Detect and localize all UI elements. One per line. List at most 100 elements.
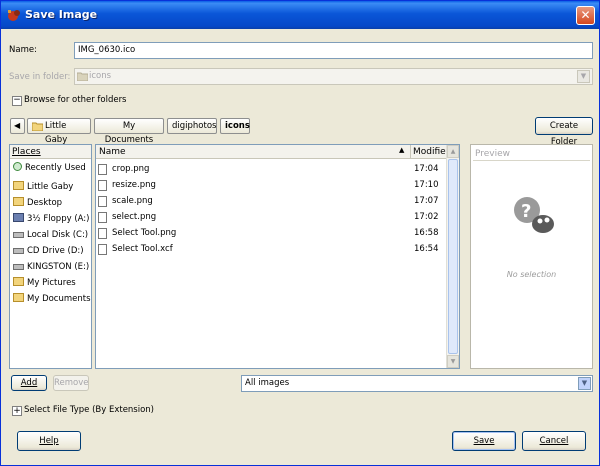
file-list-scrollbar[interactable]: ▲ ▼ [446,145,459,368]
expand-expander-icon[interactable]: + [12,406,22,416]
path-crumb-little-gaby[interactable]: Little Gaby [27,118,91,145]
usb-drive-icon [13,264,24,270]
chevron-down-icon[interactable]: ▼ [577,70,590,83]
file-icon [98,196,107,207]
places-header[interactable]: Places [10,145,91,159]
column-header-modified[interactable]: Modified [410,145,451,159]
save-button[interactable]: Save [452,431,516,451]
places-item-floppy[interactable]: 3½ Floppy (A:) [13,212,89,226]
sort-up-icon: ▲ [399,146,405,154]
places-item-label: Desktop [27,198,63,208]
places-item-local-disk[interactable]: Local Disk (C:) [13,228,88,242]
places-item-label: Little Gaby [27,182,74,192]
clock-icon [13,162,22,171]
file-row[interactable]: Select Tool.xcf 16:54 [98,242,443,257]
save-in-folder-combo[interactable]: icons ▼ [74,68,593,85]
scrollbar-thumb[interactable] [448,159,458,354]
create-folder-button[interactable]: Create Folder [535,117,593,147]
remove-button-label: Remove [54,378,89,388]
preview-header: Preview [473,147,590,161]
file-modified: 16:58 [414,228,439,238]
file-row[interactable]: scale.png 17:07 [98,194,443,209]
file-icon [98,164,107,175]
name-label: Name: [9,45,37,55]
places-item-recently-used[interactable]: Recently Used [13,161,90,175]
arrow-left-icon: ◀ [14,121,21,130]
cancel-button[interactable]: Cancel [522,431,586,451]
places-header-label: Places [12,147,41,157]
file-list-panel: Name ▲ Modified crop.png 17:04 resize.pn… [95,144,460,369]
folder-icon [32,122,43,131]
gimp-app-icon [8,10,20,21]
preview-panel: Preview ? No selection [470,144,593,369]
folder-icon [13,277,24,286]
folder-icon [13,293,24,302]
close-icon: ✕ [580,8,591,22]
select-file-type-label[interactable]: Select File Type (By Extension) [24,405,154,415]
file-filter-value: All images [245,378,290,388]
collapse-expander-icon[interactable]: − [12,96,22,106]
places-panel: Places Recently Used Little Gaby Desktop… [9,144,92,369]
window-title: Save Image [25,8,98,21]
file-modified: 16:54 [414,244,439,254]
places-item-label: KINGSTON (E:) [27,262,90,272]
folder-icon [13,181,24,190]
save-in-folder-value: icons [89,71,112,81]
file-modified: 17:02 [414,212,439,222]
file-modified: 17:10 [414,180,439,190]
places-item-cd-drive[interactable]: CD Drive (D:) [13,244,84,258]
file-row[interactable]: resize.png 17:10 [98,178,443,193]
scroll-down-arrow-icon[interactable]: ▼ [447,355,459,368]
file-name: select.png [112,212,157,222]
column-header-name[interactable]: Name [99,147,126,157]
path-back-button[interactable]: ◀ [10,118,25,134]
crumb-label: Little Gaby [45,121,68,145]
places-item-label: My Pictures [27,278,76,288]
remove-button[interactable]: Remove [53,375,89,391]
title-bar[interactable]: Save Image ✕ [1,1,599,29]
places-item-label: 3½ Floppy (A:) [27,214,90,224]
file-icon [98,244,107,255]
file-name: Select Tool.xcf [112,244,173,254]
cd-drive-icon [13,248,24,254]
folder-icon [77,72,88,81]
file-name: crop.png [112,164,150,174]
file-row[interactable]: Select Tool.png 16:58 [98,226,443,241]
svg-text:?: ? [521,201,531,222]
cancel-button-label: Cancel [539,436,569,446]
no-selection-text: No selection [506,270,557,279]
help-button[interactable]: Help [17,431,81,451]
scroll-up-arrow-icon[interactable]: ▲ [447,145,459,158]
save-in-folder-label: Save in folder: [9,72,71,82]
places-item-label: Local Disk (C:) [27,230,89,240]
file-icon [98,212,107,223]
places-item-label: CD Drive (D:) [27,246,84,256]
folder-icon [13,197,24,206]
file-filter-combo[interactable]: All images ▼ [241,375,593,392]
path-crumb-icons[interactable]: icons [220,118,250,134]
places-item-desktop[interactable]: Desktop [13,196,62,210]
path-crumb-my-documents[interactable]: My Documents [94,118,164,145]
file-modified: 17:07 [414,196,439,206]
save-button-label: Save [473,436,495,446]
places-item-little-gaby[interactable]: Little Gaby [13,180,73,194]
chevron-down-icon[interactable]: ▼ [578,377,591,390]
places-item-my-pictures[interactable]: My Pictures [13,276,76,290]
browse-folders-label[interactable]: Browse for other folders [24,95,127,105]
floppy-drive-icon [13,213,24,222]
path-crumb-digiphotos[interactable]: digiphotos [167,118,217,134]
file-list-header: Name ▲ Modified [96,145,451,159]
file-name: scale.png [112,196,153,206]
places-item-kingston[interactable]: KINGSTON (E:) [13,260,89,274]
file-row[interactable]: crop.png 17:04 [98,162,443,177]
file-name: resize.png [112,180,156,190]
add-button[interactable]: Add [11,375,47,391]
places-item-my-documents[interactable]: My Documents [13,292,91,306]
file-icon [98,228,107,239]
places-item-label: Recently Used [25,163,86,173]
file-row[interactable]: select.png 17:02 [98,210,443,225]
file-icon [98,180,107,191]
name-input[interactable]: IMG_0630.ico [74,42,593,59]
hard-drive-icon [13,232,24,238]
close-button[interactable]: ✕ [576,6,595,25]
